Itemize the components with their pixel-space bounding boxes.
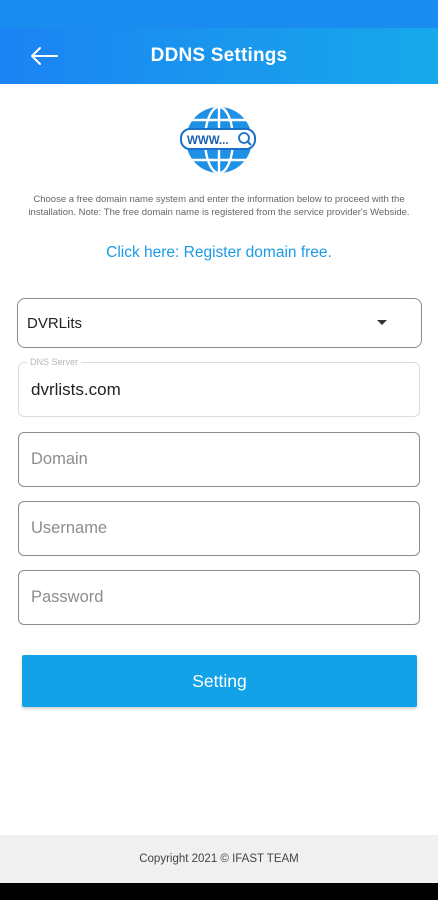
svg-text:WWW...: WWW... (187, 135, 229, 147)
page-title: DDNS Settings (150, 45, 288, 66)
setting-button[interactable]: Setting (22, 655, 417, 707)
username-field-wrapper (18, 501, 420, 556)
register-domain-link[interactable]: Click here: Register domain free. (0, 244, 438, 262)
intro-description: Choose a free domain name system and ent… (28, 194, 410, 218)
back-button[interactable] (24, 40, 64, 72)
password-field-wrapper (18, 570, 420, 625)
dns-server-value: dvrlists.com (31, 379, 121, 399)
domain-field-wrapper (18, 432, 420, 487)
provider-select-value: DVRLits (27, 314, 83, 332)
password-input[interactable] (31, 588, 419, 607)
domain-input[interactable] (31, 450, 419, 469)
dns-server-label: DNS Server (27, 357, 82, 368)
username-input[interactable] (31, 519, 419, 538)
copyright-text: Copyright 2021 © IFAST TEAM (139, 853, 299, 865)
ddns-provider-select[interactable]: DVRLits (17, 298, 422, 348)
globe-www-icon: WWW... (178, 104, 260, 176)
footer: Copyright 2021 © IFAST TEAM (0, 835, 438, 883)
app-bar: DDNS Settings (0, 28, 438, 84)
dns-server-field[interactable]: DNS Server dvrlists.com (18, 357, 420, 417)
system-nav-bar (0, 883, 438, 900)
status-bar (0, 0, 438, 28)
caret-down-icon (377, 320, 387, 325)
arrow-left-icon (31, 47, 58, 65)
